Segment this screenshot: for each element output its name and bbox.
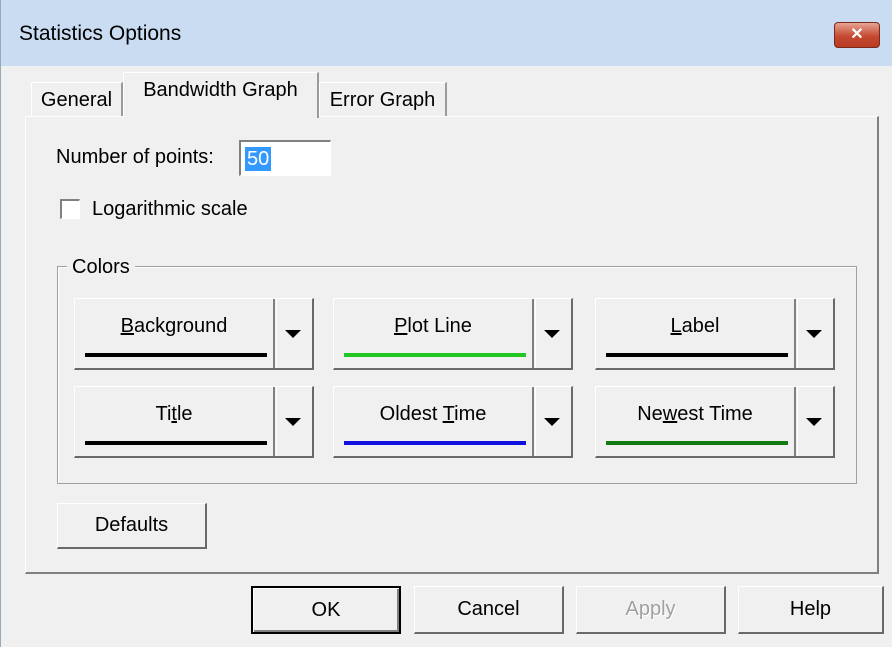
apply-button-label: Apply <box>625 598 676 620</box>
oldest-time-color-dropdown[interactable] <box>533 387 571 456</box>
ok-button[interactable]: OK <box>251 586 401 634</box>
cancel-button-label: Cancel <box>457 598 520 620</box>
newest-time-color-label: Newest Time <box>637 403 753 425</box>
oldest-time-color-label: Oldest Time <box>379 403 487 425</box>
plot-line-color-dropdown[interactable] <box>533 299 571 368</box>
statistics-options-dialog: Statistics Options ✕ General Bandwidth G… <box>0 0 892 647</box>
defaults-button[interactable]: Defaults <box>57 503 207 549</box>
defaults-button-label: Defaults <box>94 514 169 536</box>
tab-general[interactable]: General <box>31 82 123 116</box>
tab-bandwidth-graph-label: Bandwidth Graph <box>143 79 298 101</box>
title-bar[interactable]: Statistics Options ✕ <box>1 0 892 66</box>
tab-error-graph-label: Error Graph <box>329 89 436 111</box>
background-color-dropdown[interactable] <box>274 299 312 368</box>
cancel-button[interactable]: Cancel <box>414 586 564 634</box>
apply-button[interactable]: Apply <box>576 586 726 634</box>
plot-line-color-swatch <box>344 353 526 357</box>
title-color-dropdown[interactable] <box>274 387 312 456</box>
newest-time-color-main[interactable]: Newest Time <box>596 387 798 456</box>
dropdown-arrow-icon <box>806 417 822 426</box>
background-color-label: Background <box>120 315 228 337</box>
label-color-swatch <box>606 353 788 357</box>
tab-general-label: General <box>40 89 113 111</box>
newest-time-color-swatch <box>606 441 788 445</box>
plot-line-color-main[interactable]: Plot Line <box>334 299 536 368</box>
title-color-main[interactable]: Title <box>75 387 277 456</box>
colors-group-caption: Colors <box>67 256 135 279</box>
background-color-main[interactable]: Background <box>75 299 277 368</box>
help-button[interactable]: Help <box>738 586 884 634</box>
label-color-dropdown[interactable] <box>795 299 833 368</box>
title-color-button[interactable]: Title <box>74 386 314 458</box>
logarithmic-scale-checkbox[interactable] <box>60 199 80 219</box>
label-color-main[interactable]: Label <box>596 299 798 368</box>
title-color-swatch <box>85 441 267 445</box>
tab-error-graph[interactable]: Error Graph <box>319 82 447 116</box>
newest-time-color-button[interactable]: Newest Time <box>595 386 835 458</box>
number-of-points-label: Number of points: <box>56 146 214 168</box>
dropdown-arrow-icon <box>285 329 301 338</box>
plot-line-color-label: Plot Line <box>394 315 472 337</box>
window-title: Statistics Options <box>19 22 182 45</box>
background-color-swatch <box>85 353 267 357</box>
newest-time-color-dropdown[interactable] <box>795 387 833 456</box>
background-color-button[interactable]: Background <box>74 298 314 370</box>
dropdown-arrow-icon <box>544 329 560 338</box>
oldest-time-color-swatch <box>344 441 526 445</box>
plot-line-color-button[interactable]: Plot Line <box>333 298 573 370</box>
close-button[interactable]: ✕ <box>834 22 880 48</box>
title-color-label: Title <box>155 403 193 425</box>
dropdown-arrow-icon <box>285 417 301 426</box>
label-color-button[interactable]: Label <box>595 298 835 370</box>
close-icon: ✕ <box>850 26 864 43</box>
number-of-points-value: 50 <box>245 147 272 171</box>
help-button-label: Help <box>789 598 832 620</box>
dropdown-arrow-icon <box>806 329 822 338</box>
dropdown-arrow-icon <box>544 417 560 426</box>
number-of-points-input[interactable]: 50 <box>239 140 331 176</box>
tab-bandwidth-graph[interactable]: Bandwidth Graph <box>123 72 319 118</box>
ok-button-label: OK <box>311 599 341 621</box>
label-color-label: Label <box>670 315 720 337</box>
logarithmic-scale-label: Logarithmic scale <box>92 198 248 220</box>
oldest-time-color-main[interactable]: Oldest Time <box>334 387 536 456</box>
oldest-time-color-button[interactable]: Oldest Time <box>333 386 573 458</box>
